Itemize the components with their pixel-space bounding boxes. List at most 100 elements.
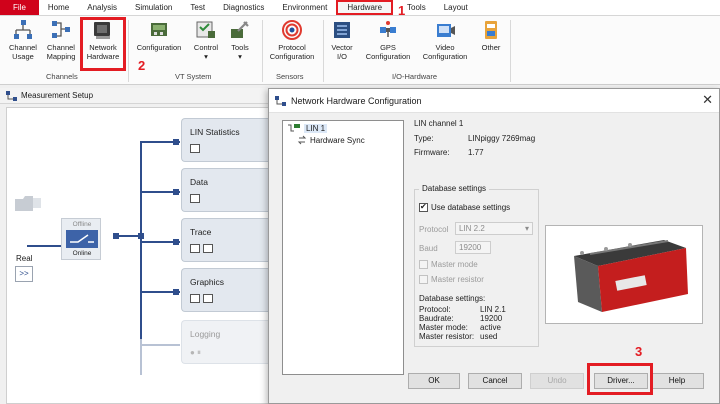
network-hardware-dialog: Network Hardware Configuration ✕ LIN 1 H… [268, 88, 720, 404]
highlight-network-hardware [80, 17, 126, 71]
vector-io-button[interactable]: Vector I/O [328, 19, 356, 61]
highlight-driver-button [587, 363, 653, 395]
vt-control-label: Control [193, 43, 219, 52]
switch-online-label: Online [72, 250, 92, 257]
master-mode-label: Master mode [431, 260, 478, 269]
group-label-io-hardware: I/O-Hardware [392, 72, 438, 81]
group-label-sensors: Sensors [276, 72, 304, 81]
graphics-window-icon [190, 294, 213, 303]
vt-configuration-icon [151, 23, 167, 36]
real-mode-button[interactable]: >> [15, 266, 33, 282]
tab-layout[interactable]: Layout [435, 0, 477, 15]
step-marker-3: 3 [635, 344, 643, 359]
connection-node[interactable] [173, 289, 179, 295]
channel-usage-button[interactable]: Channel Usage [6, 19, 40, 61]
ribbon-tab-bar: File Home Analysis Simulation Test Diagn… [0, 0, 720, 16]
video-configuration-label: Video Configuration [422, 43, 468, 61]
undo-button[interactable]: Undo [530, 373, 584, 389]
checkbox-unchecked-icon [419, 260, 428, 269]
video-camera-icon [437, 24, 455, 37]
vt-tools-button[interactable]: Tools ▾ [226, 19, 254, 61]
tab-environment[interactable]: Environment [273, 0, 336, 15]
help-button[interactable]: Help [650, 373, 704, 389]
master-mode-checkbox[interactable]: Master mode [419, 260, 478, 269]
measurement-setup-icon [6, 90, 17, 101]
online-offline-switch[interactable]: Offline Online [61, 218, 101, 260]
wire [140, 344, 180, 346]
block-title: Logging [190, 329, 221, 339]
db-summary-heading: Database settings: [419, 294, 486, 303]
tab-file[interactable]: File [0, 0, 39, 15]
tab-home[interactable]: Home [39, 0, 78, 15]
database-settings-legend: Database settings [419, 184, 490, 193]
checkbox-unchecked-icon [419, 275, 428, 284]
db-summary-mode-key: Master mode: [419, 323, 468, 332]
vt-control-button[interactable]: Control ▾ [190, 19, 222, 61]
tab-hardware[interactable]: Hardware [336, 0, 394, 15]
wire [119, 235, 139, 237]
checkbox-checked-icon [419, 202, 428, 212]
trace-block[interactable]: Trace [181, 218, 271, 262]
connection-node[interactable] [173, 239, 179, 245]
trace-window-icon [190, 244, 213, 253]
tab-diagnostics[interactable]: Diagnostics [214, 0, 273, 15]
dialog-titlebar: Network Hardware Configuration [269, 89, 719, 113]
tab-simulation[interactable]: Simulation [126, 0, 181, 15]
protocol-select[interactable]: LIN 2.2 ▾ [455, 222, 533, 235]
connection-node[interactable] [173, 189, 179, 195]
folder-icon[interactable] [13, 193, 43, 213]
chevron-down-icon: ▾ [204, 52, 208, 61]
protocol-configuration-button[interactable]: Protocol Configuration [266, 19, 318, 61]
vt-configuration-button[interactable]: Configuration [134, 19, 184, 52]
db-summary-protocol-key: Protocol: [419, 305, 451, 314]
master-resistor-checkbox[interactable]: Master resistor [419, 275, 484, 284]
close-icon[interactable]: ✕ [702, 93, 713, 107]
measurement-setup-header: Measurement Setup [0, 88, 272, 104]
connection-node[interactable] [173, 139, 179, 145]
type-value: LINpiggy 7269mag [468, 134, 536, 143]
chevron-down-icon: ▾ [238, 52, 242, 61]
cancel-button[interactable]: Cancel [468, 373, 522, 389]
channel-mapping-icon [52, 21, 70, 38]
group-label-channels: Channels [46, 72, 78, 81]
data-window-icon [190, 194, 200, 203]
wire [27, 245, 61, 247]
tree-item-label: LIN 1 [304, 123, 328, 133]
ok-button[interactable]: OK [408, 373, 460, 389]
gps-configuration-label: GPS Configuration [365, 43, 411, 61]
data-block[interactable]: Data [181, 168, 271, 212]
channel-usage-icon [14, 20, 32, 39]
ribbon-separator [262, 20, 263, 82]
logging-controls[interactable]: ● ⏸ [190, 348, 201, 358]
firmware-label: Firmware: [414, 148, 450, 157]
hardware-tree: LIN 1 Hardware Sync [282, 120, 404, 375]
block-title: Data [190, 177, 208, 187]
vector-io-icon [334, 22, 350, 38]
baud-label: Baud [419, 244, 438, 253]
tree-item-hardware-sync[interactable]: Hardware Sync [297, 135, 365, 145]
connection-node[interactable] [113, 233, 119, 239]
master-resistor-label: Master resistor [431, 275, 484, 284]
video-configuration-button[interactable]: Video Configuration [418, 19, 472, 61]
baud-input[interactable]: 19200 [455, 241, 491, 254]
tab-test[interactable]: Test [181, 0, 214, 15]
type-label: Type: [414, 134, 434, 143]
connection-node[interactable] [138, 233, 144, 239]
sync-icon [297, 135, 307, 145]
logging-block[interactable]: Logging ● ⏸ [181, 320, 271, 364]
gps-configuration-button[interactable]: GPS Configuration [362, 19, 414, 61]
chevron-down-icon: ▾ [524, 224, 529, 233]
ribbon-panel: Channel Usage Channel Mapping Network Ha… [0, 16, 720, 85]
use-database-settings-label: Use database settings [431, 203, 511, 212]
channel-mapping-button[interactable]: Channel Mapping [42, 19, 80, 61]
lin-statistics-block[interactable]: LIN Statistics [181, 118, 271, 162]
db-summary-baud-key: Baudrate: [419, 314, 454, 323]
channel-heading: LIN channel 1 [414, 119, 464, 128]
other-hardware-label: Other [481, 43, 501, 52]
tree-item-lin1[interactable]: LIN 1 [287, 123, 328, 133]
tab-analysis[interactable]: Analysis [78, 0, 126, 15]
channel-mapping-label: Channel Mapping [46, 43, 76, 61]
other-hardware-button[interactable]: Other [476, 19, 506, 52]
graphics-block[interactable]: Graphics [181, 268, 271, 312]
use-database-settings-checkbox[interactable]: Use database settings [419, 202, 511, 212]
